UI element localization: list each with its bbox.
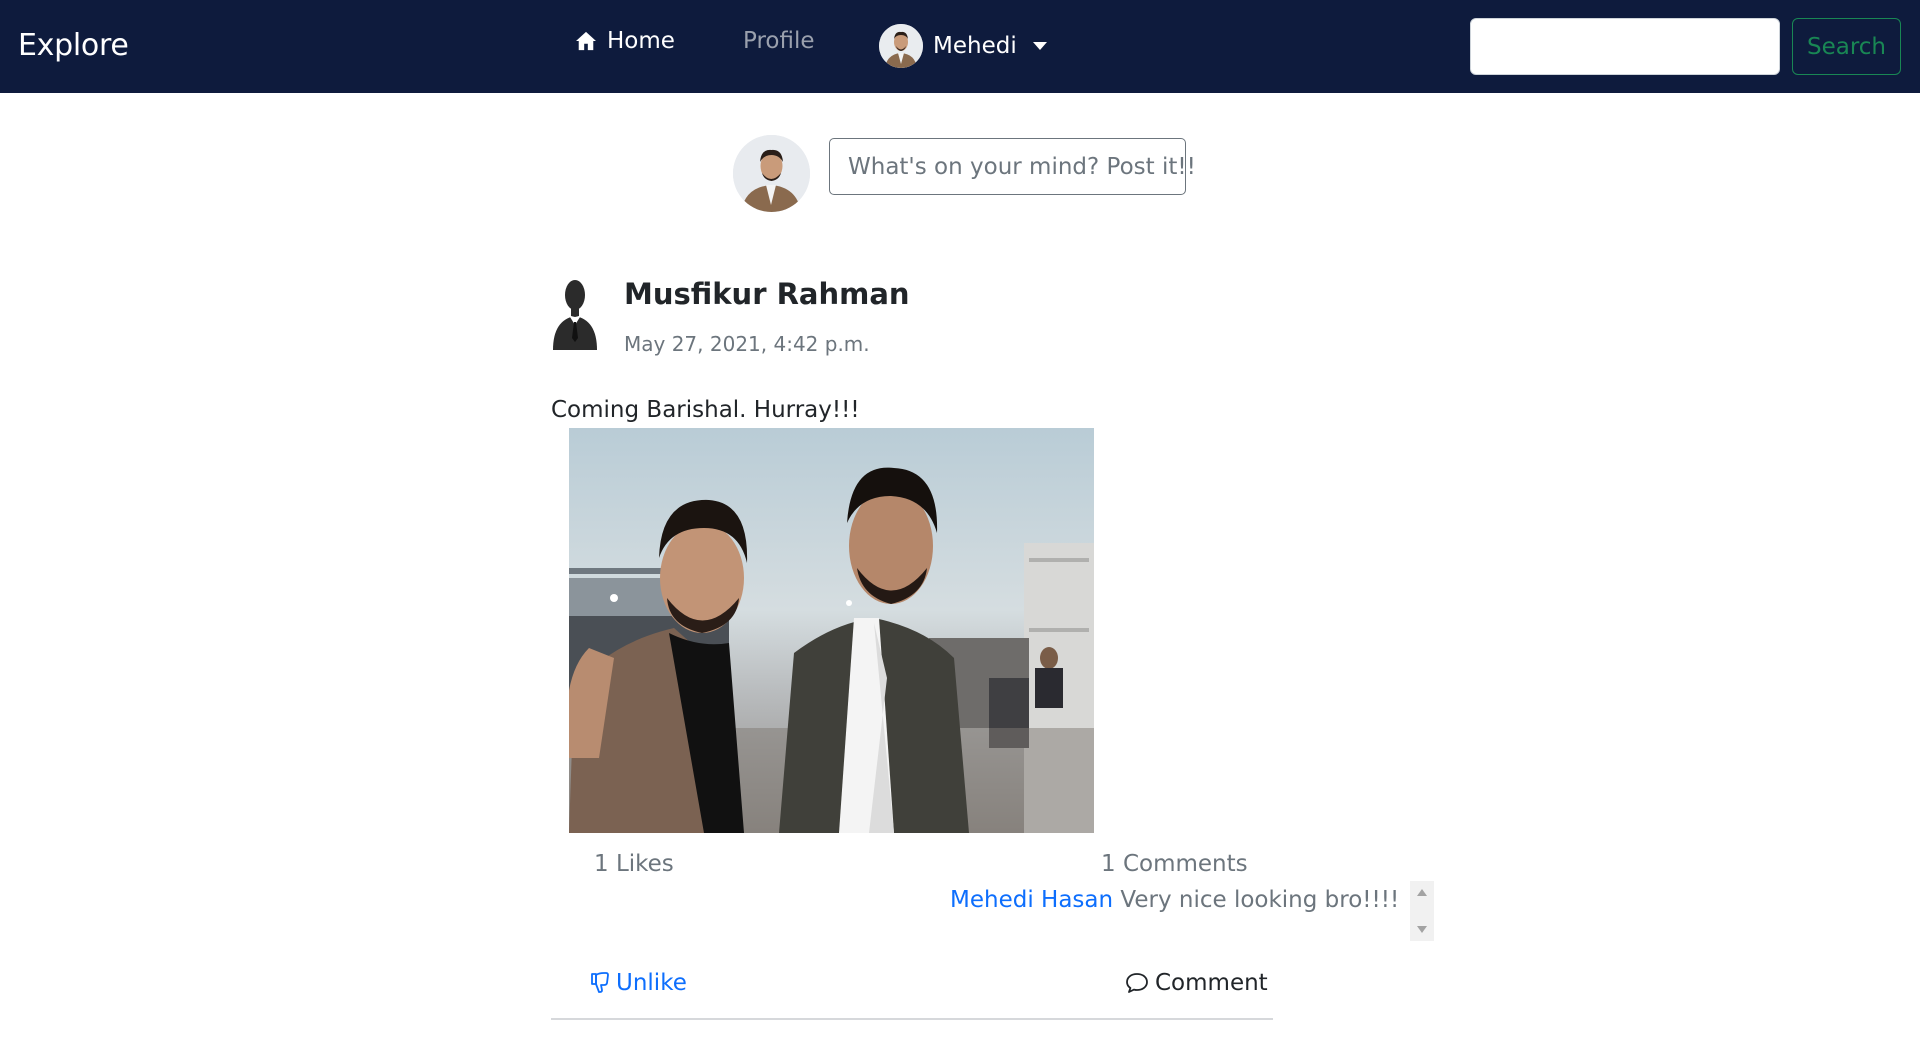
- comment-text: Very nice looking bro!!!!: [1120, 887, 1400, 913]
- scroll-down-arrow-icon[interactable]: [1417, 926, 1427, 933]
- likes-count[interactable]: 1 Likes: [594, 851, 674, 877]
- unlike-label: Unlike: [616, 970, 687, 996]
- composer-placeholder: What's on your mind? Post it!!: [848, 153, 1196, 180]
- post-author-avatar[interactable]: [551, 276, 599, 352]
- unlike-button[interactable]: Unlike: [590, 970, 687, 996]
- post-divider: [551, 1018, 1273, 1020]
- nav-home-label: Home: [607, 28, 675, 54]
- comment-button[interactable]: Comment: [1125, 970, 1268, 996]
- nav-home-link[interactable]: Home: [575, 28, 675, 54]
- thumbs-down-icon: [591, 972, 609, 993]
- search-button[interactable]: Search: [1792, 18, 1901, 75]
- post-text: Coming Barishal. Hurray!!!: [551, 397, 860, 423]
- comment-author-link[interactable]: Mehedi Hasan: [950, 887, 1113, 913]
- user-avatar: [879, 24, 923, 68]
- nav-profile-link[interactable]: Profile: [743, 28, 815, 54]
- post-composer-input[interactable]: What's on your mind? Post it!!: [829, 138, 1196, 195]
- comments-count[interactable]: 1 Comments: [1101, 851, 1248, 877]
- search-input[interactable]: [1470, 18, 1780, 75]
- post-photo: [569, 428, 1094, 833]
- chat-bubble-icon: [1126, 973, 1148, 993]
- brand-logo[interactable]: Explore: [18, 28, 129, 63]
- user-name: Mehedi: [933, 33, 1017, 59]
- user-menu-dropdown[interactable]: Mehedi: [879, 24, 1047, 68]
- comment-label: Comment: [1155, 970, 1268, 996]
- post-author-name[interactable]: Musfikur Rahman: [624, 277, 910, 311]
- comment-item: Mehedi Hasan Very nice looking bro!!!!: [950, 887, 1399, 913]
- nav-profile-label: Profile: [743, 28, 815, 54]
- scroll-up-arrow-icon[interactable]: [1417, 889, 1427, 896]
- comments-scrollbar[interactable]: [1410, 881, 1434, 941]
- post-timestamp: May 27, 2021, 4:42 p.m.: [624, 332, 870, 356]
- top-navbar: Explore Home Profile Mehedi Search: [0, 0, 1920, 93]
- composer-avatar: [733, 135, 810, 212]
- home-icon: [576, 31, 596, 51]
- caret-down-icon: [1032, 42, 1047, 50]
